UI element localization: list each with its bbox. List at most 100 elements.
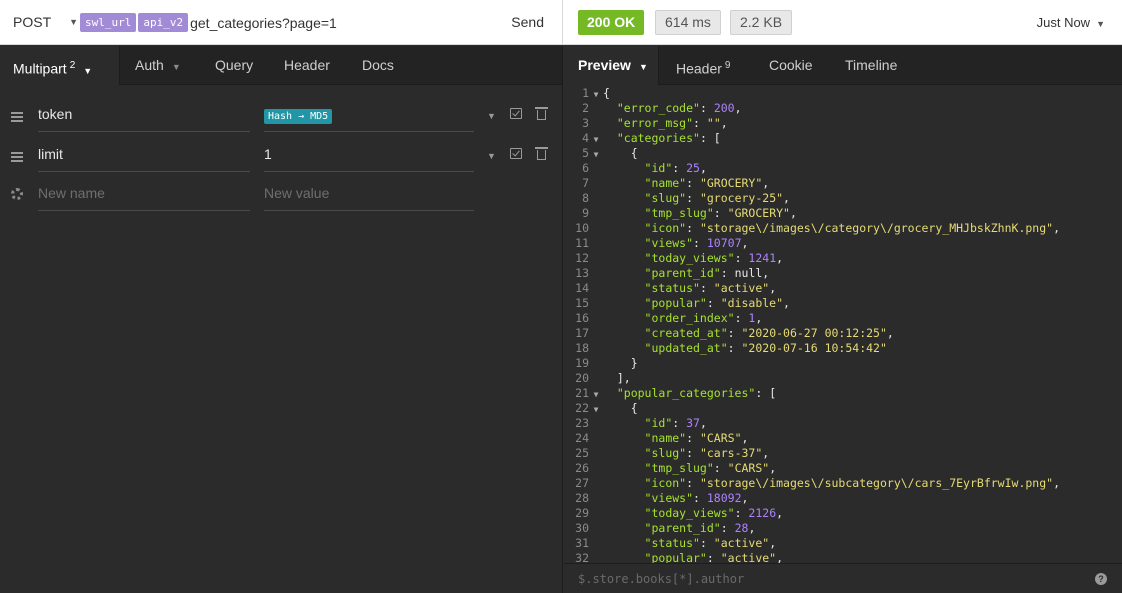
new-name-field[interactable]: New name (38, 185, 250, 211)
fold-chevron-icon[interactable]: ▼ (589, 87, 603, 102)
json-punct: : (720, 266, 735, 280)
url-variable-tag[interactable]: api_v2 (138, 13, 189, 32)
send-button[interactable]: Send (511, 14, 544, 30)
chevron-down-icon[interactable]: ▼ (487, 111, 496, 121)
json-string: "storage\/images\/category\/grocery_MHJb… (699, 221, 1054, 235)
json-punct: , (783, 296, 790, 310)
json-punct: , (762, 266, 770, 280)
json-punct: , (720, 116, 728, 130)
url-path: get_categories?page=1 (190, 14, 337, 31)
tab-header[interactable]: Header (284, 46, 330, 85)
code-line: 16 "order_index": 1, (564, 311, 1122, 326)
code-line: 17 "created_at": "2020-06-27 00:12:25", (564, 326, 1122, 341)
json-punct: : (727, 341, 742, 355)
url-input[interactable]: swl_url api_v2 get_categories?page=1 (80, 13, 337, 32)
json-punct: : (706, 296, 721, 310)
code-line: 8 "slug": "grocery-25", (564, 191, 1122, 206)
hash-tag[interactable]: Hash → MD5 (264, 109, 333, 124)
fold-chevron-icon[interactable]: ▼ (589, 132, 603, 147)
json-punct: , (755, 311, 763, 325)
gear-icon[interactable] (11, 188, 23, 200)
json-punct: , (769, 461, 777, 475)
json-key: "views" (644, 491, 694, 505)
json-string: "CARS" (699, 431, 742, 445)
code-line: 21 ▼ "popular_categories": [ (564, 386, 1122, 401)
param-name-field[interactable]: token (38, 106, 250, 132)
tab-response-header-label: Header (676, 60, 722, 77)
json-key: "status" (644, 281, 700, 295)
json-punct: : (727, 326, 742, 340)
trash-icon[interactable] (535, 107, 548, 120)
json-punct: : (693, 491, 707, 505)
json-number: 2126 (748, 506, 777, 520)
method-dropdown[interactable]: POST ▼ (13, 14, 78, 30)
tab-preview[interactable]: Preview ▼ (564, 46, 659, 85)
line-number: 31 (575, 536, 589, 550)
drag-handle-icon[interactable] (11, 112, 23, 122)
tab-timeline[interactable]: Timeline (845, 46, 897, 85)
url-variable-tag[interactable]: swl_url (80, 13, 137, 32)
trash-icon[interactable] (535, 147, 548, 160)
tab-multipart[interactable]: Multipart 2 ▼ (0, 46, 120, 85)
json-key: "error_msg" (616, 116, 694, 130)
json-punct: : (693, 116, 707, 130)
json-punct: , (741, 431, 749, 445)
tab-query[interactable]: Query (215, 46, 253, 85)
json-key: "today_views" (644, 506, 735, 520)
help-icon[interactable]: ? (1095, 573, 1107, 585)
json-punct: , (762, 176, 770, 190)
json-string: "disable" (720, 296, 784, 310)
code-line: 27 "icon": "storage\/images\/subcategory… (564, 476, 1122, 491)
json-key: "tmp_slug" (644, 206, 714, 220)
code-line: 3 "error_msg": "", (564, 116, 1122, 131)
line-number: 32 (575, 551, 589, 563)
tab-response-header[interactable]: Header 9 (676, 46, 730, 85)
code-line: 25 "slug": "cars-37", (564, 446, 1122, 461)
json-key: "views" (644, 236, 694, 250)
drag-handle-icon[interactable] (11, 152, 23, 162)
code-line: 5 ▼ { (564, 146, 1122, 161)
line-number: 3 (582, 116, 589, 130)
history-dropdown[interactable]: Just Now ▼ (1037, 15, 1105, 30)
tab-count: 9 (724, 60, 731, 71)
json-key: "name" (644, 431, 687, 445)
code-line: 30 "parent_id": 28, (564, 521, 1122, 536)
response-size-badge: 2.2 KB (730, 10, 793, 35)
chevron-down-icon: ▼ (83, 65, 93, 76)
json-punct: : [ (755, 386, 777, 400)
tab-docs[interactable]: Docs (362, 46, 394, 85)
json-string: "active" (720, 551, 777, 563)
json-punct: , (789, 206, 797, 220)
checkbox-icon[interactable] (510, 108, 522, 119)
json-key: "popular_categories" (616, 386, 756, 400)
json-preview[interactable]: 1 ▼{2 "error_code": 200, 3 "error_msg": ""… (564, 86, 1122, 563)
code-line: 24 "name": "CARS", (564, 431, 1122, 446)
param-value-field[interactable]: 1 (264, 146, 474, 172)
chevron-down-icon[interactable]: ▼ (487, 151, 496, 161)
code-line: 14 "status": "active", (564, 281, 1122, 296)
json-string: "cars-37" (699, 446, 763, 460)
json-punct: : (686, 476, 700, 490)
json-filter-bar: $.store.books[*].author ? (564, 563, 1122, 593)
json-punct: , (734, 101, 742, 115)
line-number: 27 (575, 476, 589, 490)
json-key: "error_code" (616, 101, 700, 115)
param-row: token Hash → MD5 ▼ (0, 102, 563, 140)
json-punct: , (699, 416, 707, 430)
fold-chevron-icon[interactable]: ▼ (589, 402, 603, 417)
line-number: 17 (575, 326, 589, 340)
param-value-field[interactable]: Hash → MD5 (264, 106, 474, 132)
fold-chevron-icon[interactable]: ▼ (589, 387, 603, 402)
fold-chevron-icon[interactable]: ▼ (589, 147, 603, 162)
checkbox-icon[interactable] (510, 148, 522, 159)
json-punct: { (630, 146, 638, 160)
code-line: 10 "icon": "storage\/images\/category\/g… (564, 221, 1122, 236)
tab-cookie[interactable]: Cookie (769, 46, 813, 85)
json-punct: , (886, 326, 894, 340)
tab-auth[interactable]: Auth ▼ (135, 46, 181, 85)
json-filter-input[interactable]: $.store.books[*].author (578, 572, 744, 586)
param-name-field[interactable]: limit (38, 146, 250, 172)
json-punct: , (762, 446, 770, 460)
new-value-field[interactable]: New value (264, 185, 474, 211)
status-badge: 200 OK (578, 10, 645, 35)
